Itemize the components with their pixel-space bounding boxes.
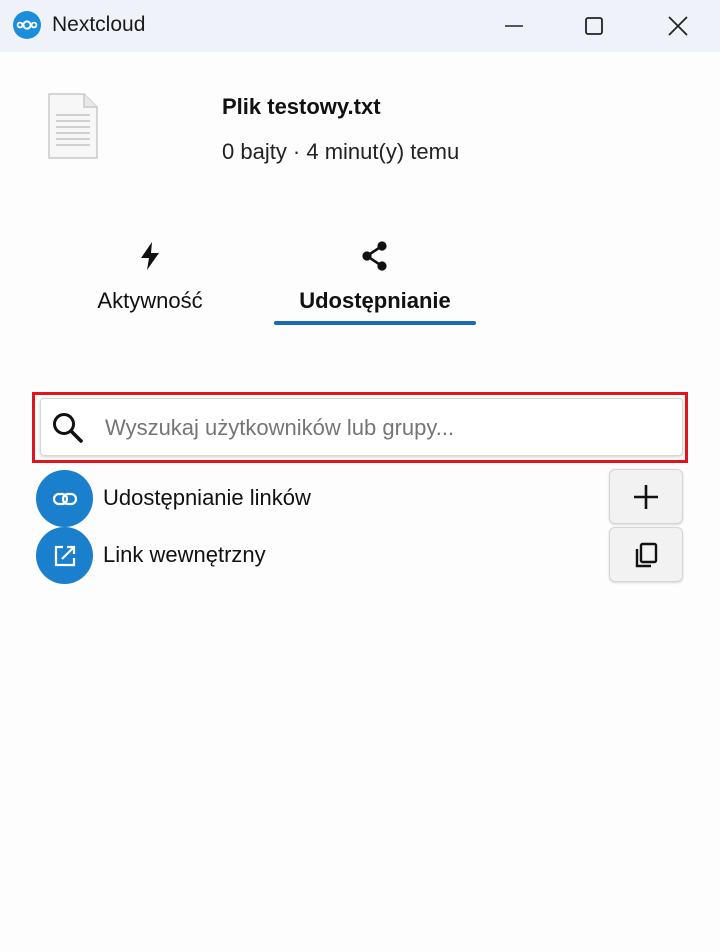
maximize-icon [585, 17, 603, 35]
share-row-label: Link wewnętrzny [103, 542, 266, 567]
search-icon [50, 410, 86, 446]
share-icon [357, 238, 393, 274]
close-icon [668, 16, 688, 36]
search-box[interactable] [40, 398, 683, 456]
window-title: Nextcloud [52, 13, 146, 36]
title-bar: Nextcloud [0, 0, 720, 52]
lightning-icon [132, 238, 168, 274]
search-input[interactable] [105, 409, 665, 447]
link-icon [36, 470, 93, 527]
tab-sharing[interactable]: Udostępnianie [274, 232, 476, 327]
external-link-icon [36, 527, 93, 584]
copy-internal-link-button[interactable] [609, 527, 683, 582]
active-tab-indicator [274, 321, 476, 325]
tab-activity-label: Aktywność [97, 288, 203, 313]
close-button[interactable] [650, 0, 706, 52]
minimize-button[interactable] [486, 0, 542, 52]
copy-icon [635, 542, 658, 567]
text-file-icon [48, 93, 98, 159]
share-row-internal: Link wewnętrzny [36, 527, 686, 584]
nextcloud-logo-icon [13, 11, 41, 39]
plus-icon [634, 484, 658, 509]
tab-activity[interactable]: Aktywność [70, 232, 230, 327]
share-row-links: Udostępnianie linków [36, 469, 686, 527]
minimize-icon [505, 25, 523, 27]
share-row-label: Udostępnianie linków [103, 485, 311, 510]
maximize-button[interactable] [566, 0, 622, 52]
file-meta: 0 bajty · 4 minut(y) temu [222, 139, 460, 164]
tab-sharing-label: Udostępnianie [299, 288, 451, 313]
file-name: Plik testowy.txt [222, 94, 381, 119]
add-link-button[interactable] [609, 469, 683, 524]
